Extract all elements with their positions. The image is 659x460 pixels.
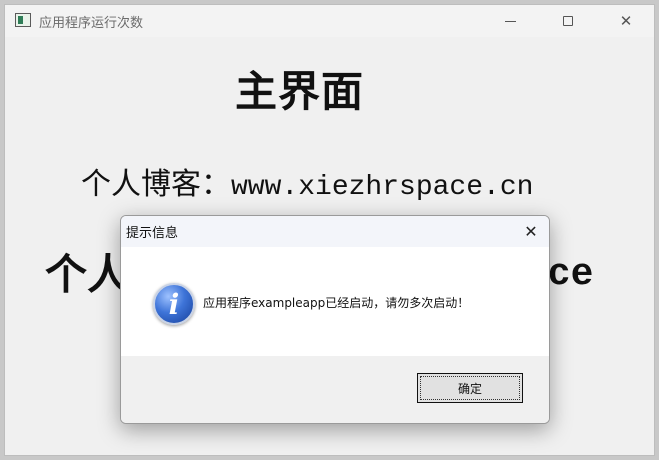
close-icon: ✕ [619,12,633,30]
info-icon: i [153,283,195,325]
blog-line: 个人博客：www.xiezhrspace.cn [81,159,533,203]
blog-label: 个人博客： [81,167,231,202]
app-icon [15,13,31,27]
window-titlebar[interactable]: 应用程序运行次数 ✕ [5,5,654,37]
maximize-icon [563,16,573,26]
dialog-close-button[interactable]: ✕ [513,216,549,247]
dialog-titlebar[interactable]: 提示信息 ✕ [121,216,549,247]
window-title: 应用程序运行次数 [39,16,144,31]
blog-url: www.xiezhrspace.cn [231,172,534,203]
dialog-message: 应用程序exampleapp已经启动，请勿多次启动！ [203,296,470,310]
dialog-footer: 确定 [121,356,549,423]
large-text-start: 个人 [45,250,130,299]
window-close-button[interactable]: ✕ [597,5,654,37]
maximize-button[interactable] [539,5,597,37]
minimize-icon [504,20,516,22]
info-dialog: 提示信息 ✕ i 应用程序exampleapp已经启动，请勿多次启动！ 确定 [120,215,550,424]
close-icon: ✕ [524,222,538,241]
dialog-body: i 应用程序exampleapp已经启动，请勿多次启动！ [121,247,549,356]
dialog-title: 提示信息 [126,226,179,241]
ok-button[interactable]: 确定 [417,373,523,403]
main-heading: 主界面 [235,67,365,116]
minimize-button[interactable] [481,5,539,37]
